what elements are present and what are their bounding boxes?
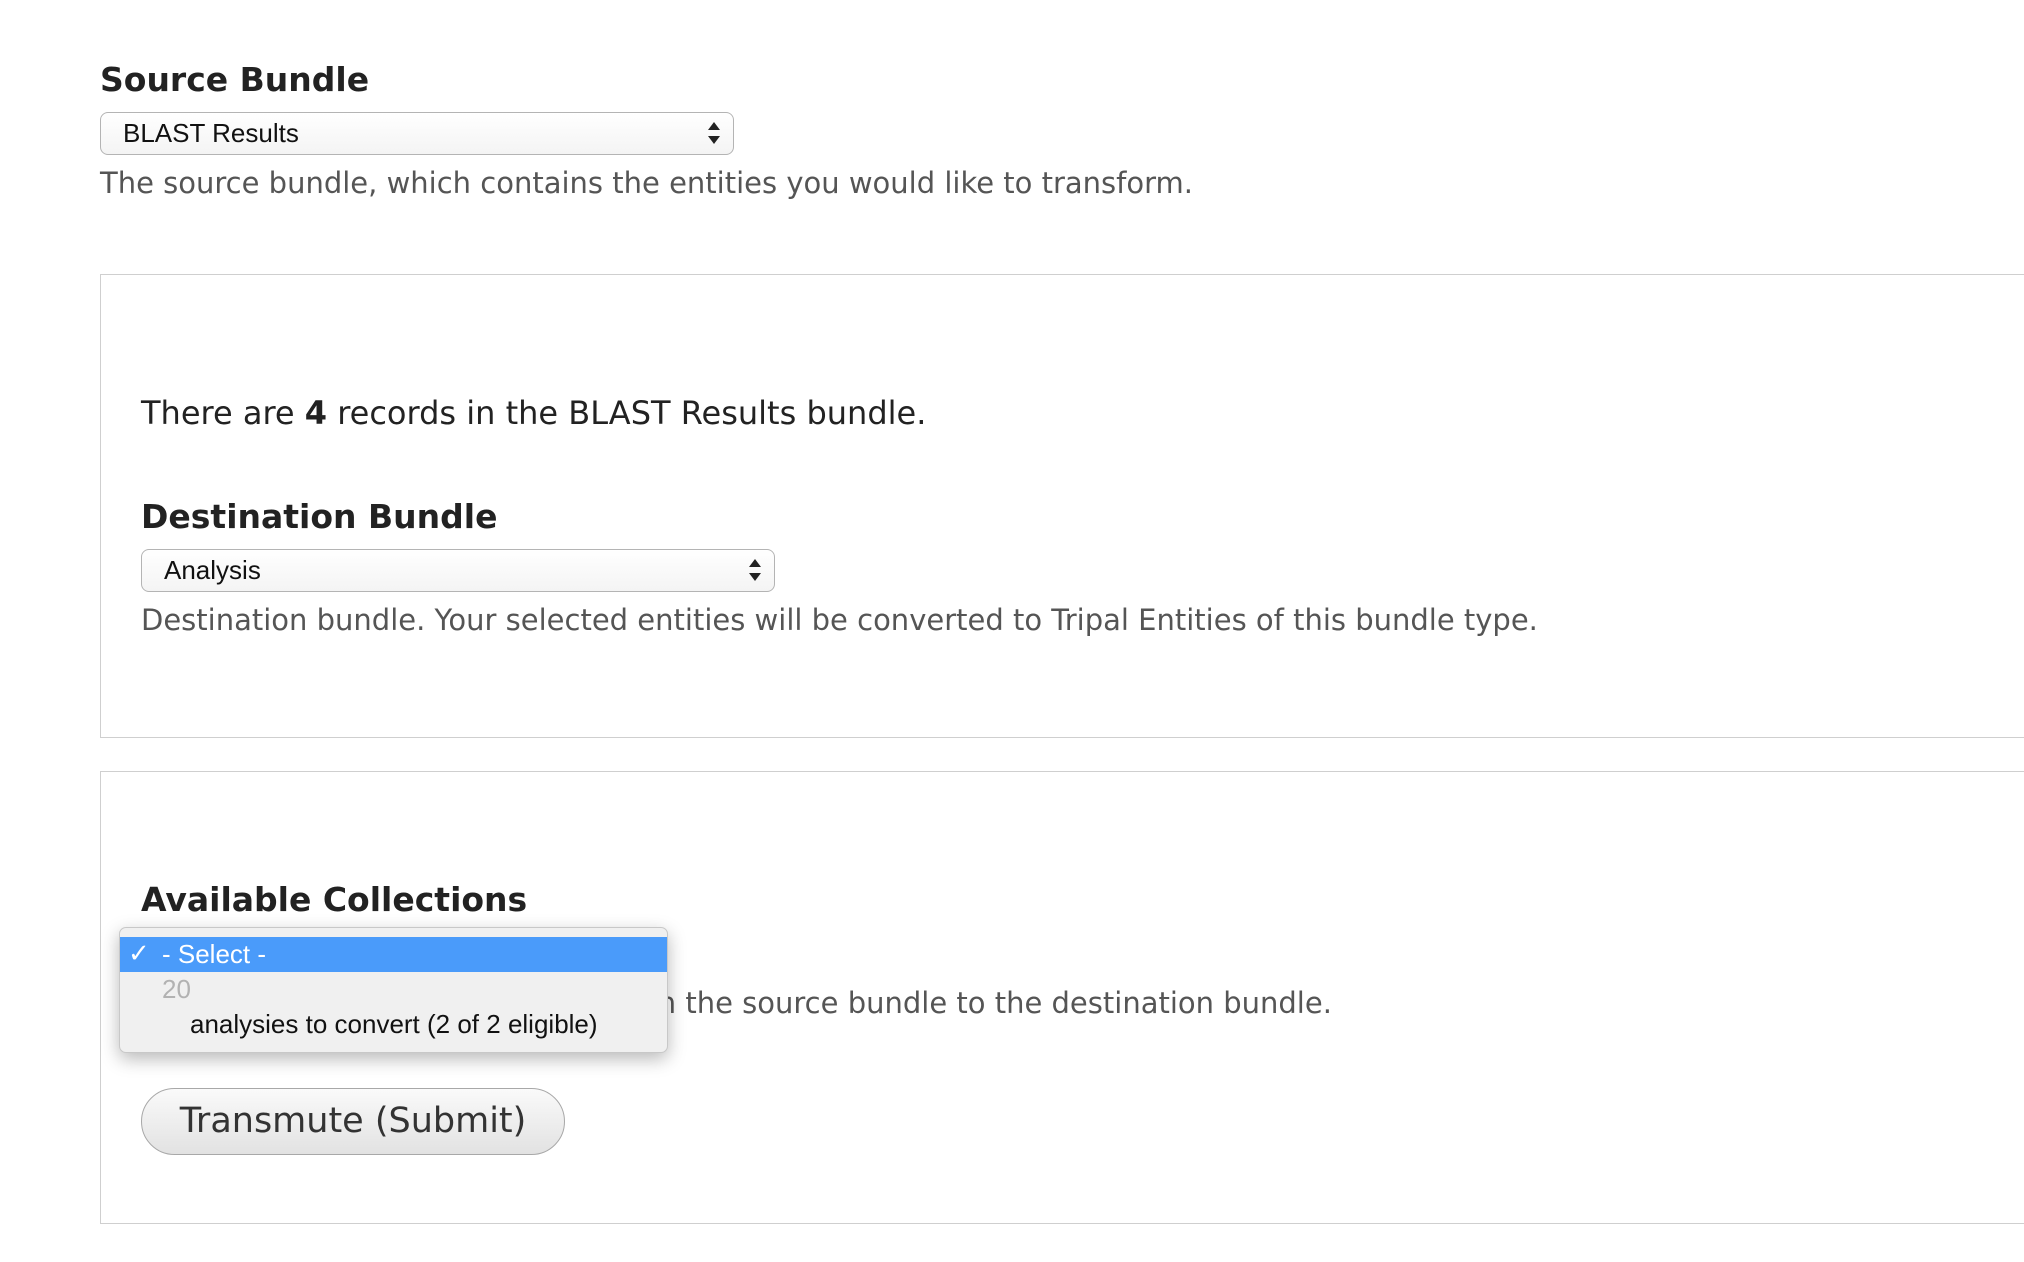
- page: Source Bundle BLAST Results The source b…: [0, 0, 2024, 1262]
- source-bundle-select[interactable]: BLAST Results: [100, 112, 734, 155]
- available-collections-dropdown[interactable]: ✓ - Select - 20 analysies to convert (2 …: [119, 927, 668, 1053]
- available-collections-group: Available Collections: [141, 880, 1741, 920]
- records-suffix: records in the BLAST Results bundle.: [327, 394, 927, 432]
- dropdown-option-select[interactable]: ✓ - Select -: [120, 937, 667, 972]
- dropdown-option-collection[interactable]: analysies to convert (2 of 2 eligible): [120, 1007, 667, 1042]
- source-bundle-label: Source Bundle: [100, 60, 370, 99]
- destination-bundle-label: Destination Bundle: [141, 497, 498, 536]
- select-arrows-icon: [707, 119, 721, 147]
- source-bundle-value: BLAST Results: [123, 118, 299, 148]
- source-bundle-description: The source bundle, which contains the en…: [100, 166, 1193, 200]
- checkmark-icon: ✓: [128, 939, 150, 969]
- source-bundle-group: Source Bundle BLAST Results The source b…: [100, 60, 1500, 201]
- dropdown-group-label: 20: [120, 972, 667, 1007]
- destination-bundle-description: Destination bundle. Your selected entiti…: [141, 603, 1538, 637]
- destination-bundle-select[interactable]: Analysis: [141, 549, 775, 592]
- records-prefix: There are: [141, 394, 305, 432]
- dropdown-option-collection-label: analysies to convert (2 of 2 eligible): [190, 1009, 598, 1039]
- transmute-submit-button[interactable]: Transmute (Submit): [141, 1088, 565, 1155]
- records-count: 4: [304, 394, 328, 432]
- dropdown-group-label-text: 20: [162, 974, 191, 1004]
- destination-bundle-value: Analysis: [164, 555, 261, 585]
- select-arrows-icon: [748, 556, 762, 584]
- records-count-text: There are 4 records in the BLAST Results…: [141, 393, 926, 433]
- dropdown-option-select-label: - Select -: [162, 939, 267, 969]
- available-collections-label: Available Collections: [141, 880, 528, 919]
- destination-fieldset: There are 4 records in the BLAST Results…: [100, 274, 2024, 738]
- destination-bundle-group: Destination Bundle Analysis Destination …: [141, 497, 1741, 638]
